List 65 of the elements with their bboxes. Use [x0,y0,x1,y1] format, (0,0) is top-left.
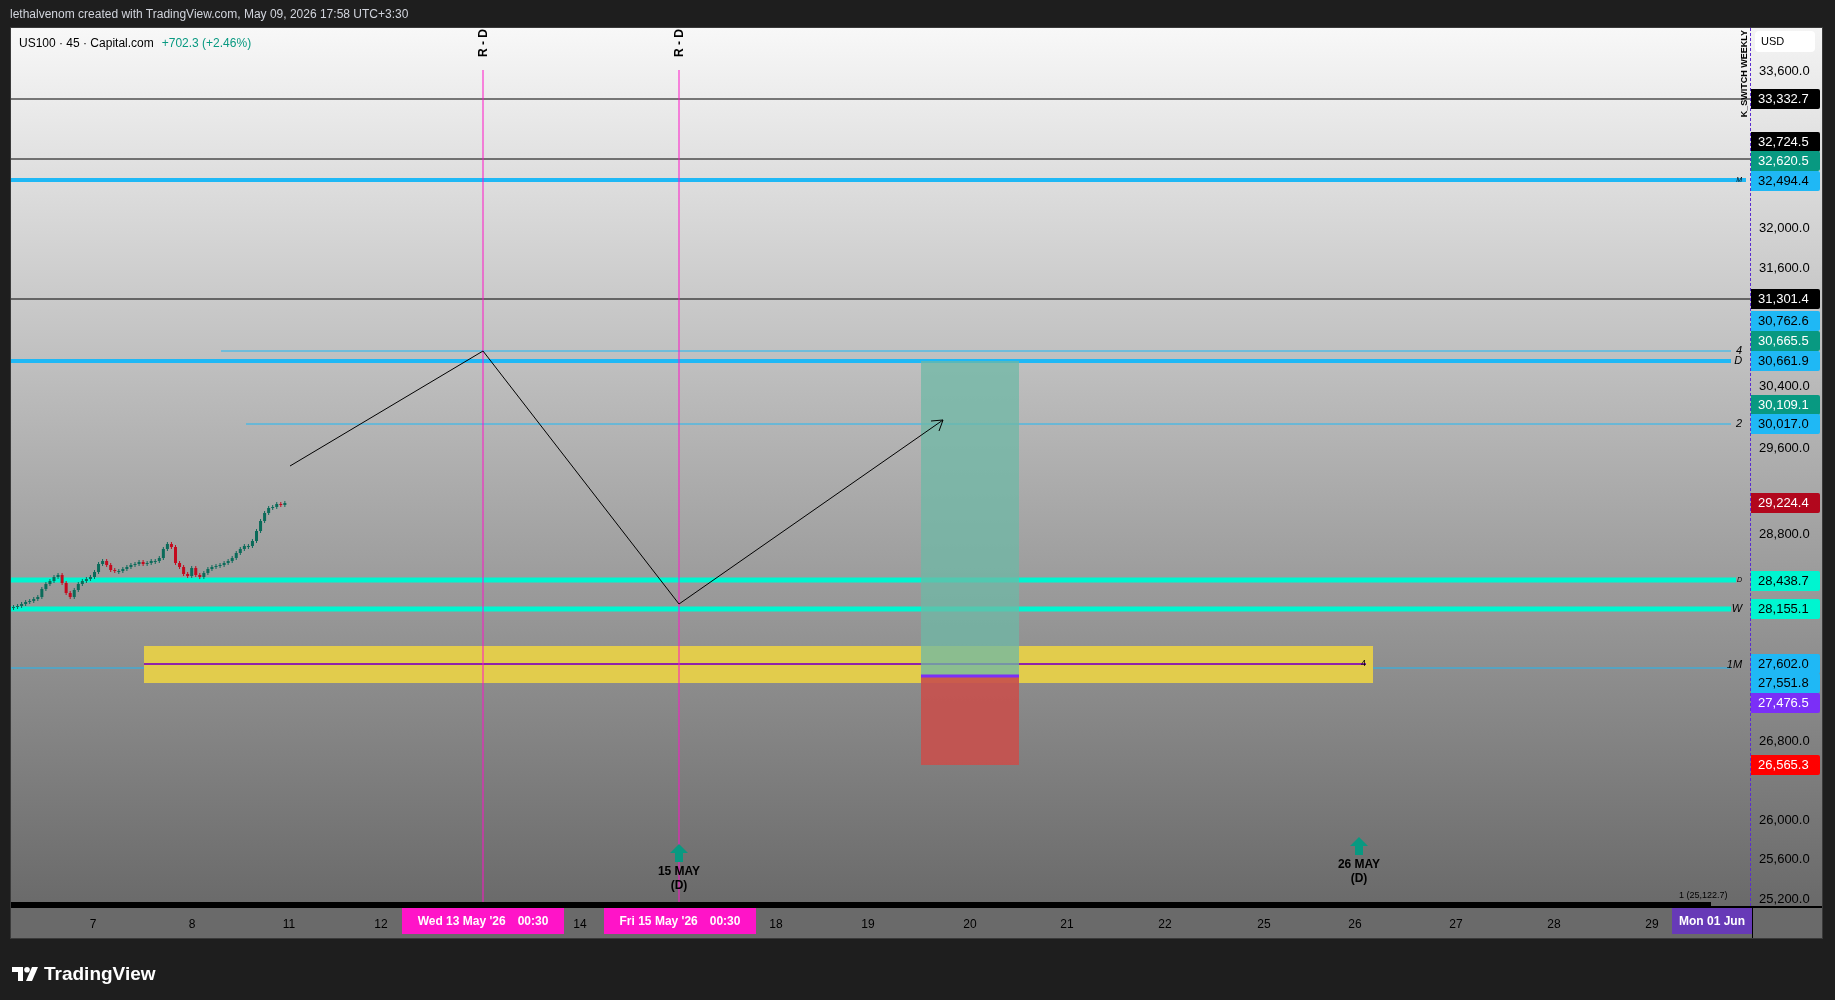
price-badge: 30,109.1 [1751,395,1821,415]
indicator-label: K_SWITCH WEEKLY [1739,30,1750,118]
currency-button[interactable]: USD [1755,31,1816,52]
price-tick: 33,600.0 [1759,63,1810,79]
time-tick: 12 [373,916,389,933]
price-tick: 26,800.0 [1759,733,1810,749]
price-badge: 32,724.5 [1751,132,1821,152]
event-date: 26 MAY [1337,857,1381,871]
price-badge: 30,661.9 [1751,351,1821,371]
time-tick: 22 [1157,916,1173,933]
time-tick: 11 [281,916,297,933]
marker-label: R - D [476,29,490,57]
time-tick: 25 [1256,916,1272,933]
zone-label: 4 [1361,657,1366,669]
time-tick: 19 [860,916,876,933]
price-tick: 28,800.0 [1759,526,1810,542]
time-tick: 27 [1448,916,1464,933]
price-badge: 32,494.4 [1751,171,1821,191]
price-badge: 29,224.4 [1751,493,1821,513]
price-tick: 29,600.0 [1759,440,1810,456]
time-badge: Fri 15 May '26 00:30 [604,908,756,934]
time-tick: 7 [88,916,98,933]
line-label: 2 [1735,417,1743,430]
line-label: 1M [1726,658,1743,671]
price-change: +702.3 (+2.46%) [161,35,252,52]
time-tick: 8 [187,916,197,933]
logo-icon [12,967,38,982]
symbol-title: US100 · 45 · Capital.com [19,35,154,52]
price-badge: 27,602.0 [1751,654,1821,674]
brand-name: TradingView [44,962,156,986]
price-badge: 30,017.0 [1751,414,1821,434]
price-badge: 32,620.5 [1751,151,1821,171]
marker-label: R - D [672,29,686,57]
price-tick: 25,200.0 [1759,891,1810,907]
up-arrow-icon [670,844,688,862]
time-tick: 20 [962,916,978,933]
time-tick: 14 [572,916,588,933]
event-tag: (D) [1350,871,1368,885]
price-tick: 32,000.0 [1759,220,1810,236]
price-badge: 30,762.6 [1751,311,1821,331]
time-tick: 29 [1644,916,1660,933]
price-badge: 26,565.3 [1751,755,1821,775]
attribution-text: lethalvenom created with TradingView.com, May 09, 2026 17:58 UTC+3:30 [10,5,409,23]
time-tick: 26 [1347,916,1363,933]
line-label: W [1731,602,1743,615]
time-tick: 28 [1546,916,1562,933]
price-badge: 27,476.5 [1751,693,1821,713]
price-badge: 33,332.7 [1751,89,1821,109]
footnote-text: 1 (25,122.7) [1679,890,1728,900]
up-arrow-icon [1350,837,1368,855]
price-tick: 26,000.0 [1759,812,1810,828]
price-tick: 30,400.0 [1759,378,1810,394]
line-label: 4 [1735,344,1743,356]
time-badge: Mon 01 Jun [1672,908,1752,934]
price-badge: 31,301.4 [1751,289,1821,309]
price-badge: 30,665.5 [1751,331,1821,351]
line-label: D [1734,354,1743,367]
time-tick: 21 [1059,916,1075,933]
time-tick: 18 [768,916,784,933]
time-badge: Wed 13 May '26 00:30 [402,908,564,934]
price-badge: 28,155.1 [1751,599,1821,619]
price-tick: 31,600.0 [1759,260,1810,276]
price-badge: 27,551.8 [1751,673,1821,693]
price-badge: 28,438.7 [1751,571,1821,591]
price-tick: 25,600.0 [1759,851,1810,867]
